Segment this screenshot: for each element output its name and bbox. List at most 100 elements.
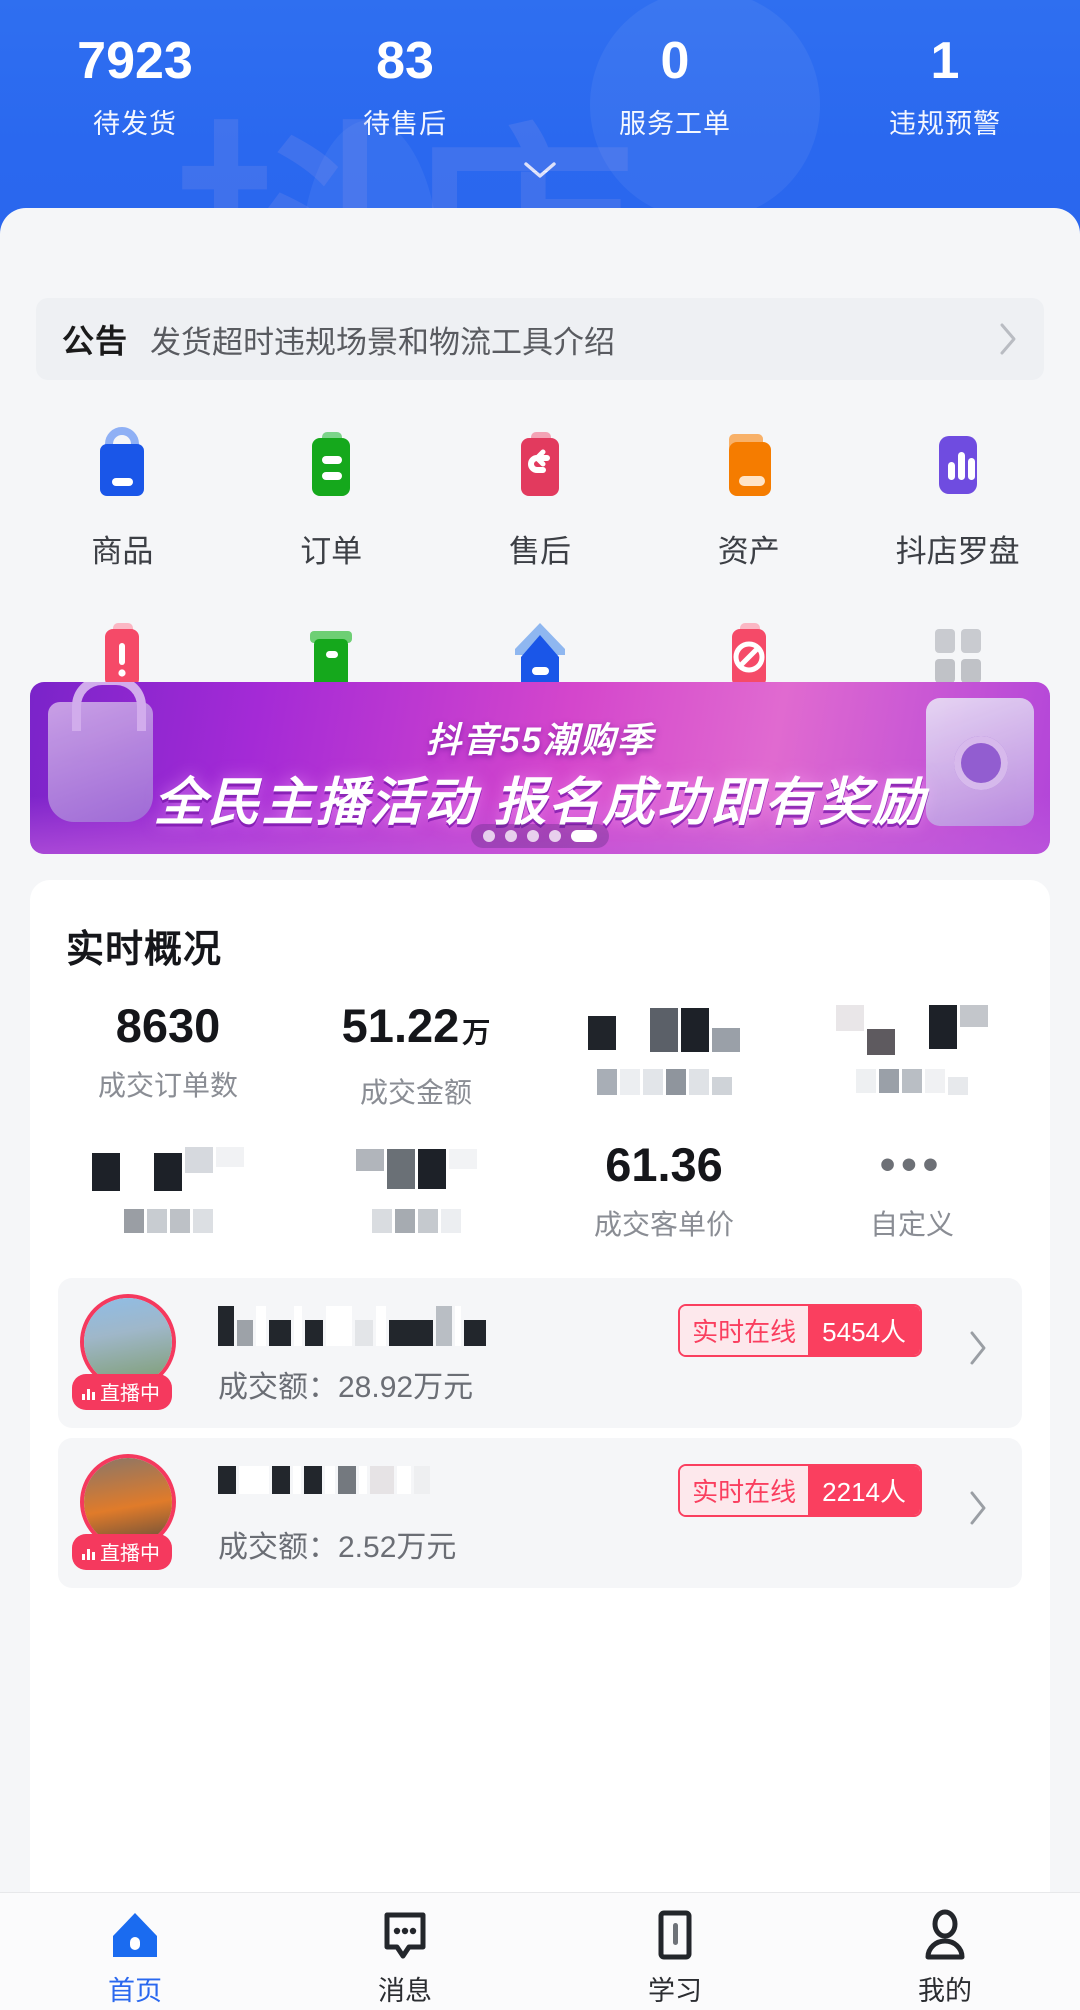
- more-dots-icon: •••: [788, 1137, 1036, 1193]
- announcement-bar[interactable]: 公告 发货超时违规场景和物流工具介绍: [36, 298, 1044, 380]
- live-bars-icon: [82, 1544, 95, 1560]
- shortcut-aftersale[interactable]: 售后: [436, 418, 645, 571]
- shortcut-orders[interactable]: 订单: [227, 418, 436, 571]
- chevron-right-icon: [998, 322, 1018, 356]
- metric-caption-redacted: [788, 1065, 1036, 1097]
- metric-value: 8630: [44, 998, 292, 1054]
- metric-caption: 自定义: [788, 1203, 1036, 1243]
- metric-avg-order-value[interactable]: 61.36 成交客单价: [540, 1137, 788, 1243]
- tab-label: 学习: [648, 1969, 702, 2008]
- person-icon: [919, 1909, 971, 1961]
- shortcut-label: 订单: [300, 526, 362, 571]
- home-icon: [109, 1909, 161, 1961]
- live-room-gmv: 成交额：2.52万元: [218, 1522, 456, 1566]
- header-stat-pending-aftersale[interactable]: 83 待售后: [270, 30, 540, 141]
- metric-custom[interactable]: ••• 自定义: [788, 1137, 1036, 1243]
- tab-label: 我的: [918, 1969, 972, 2008]
- metric-redacted-3[interactable]: [292, 1137, 540, 1243]
- mosaic-block: [588, 1008, 740, 1052]
- mosaic-block: [92, 1147, 244, 1191]
- clipboard-list-icon: [288, 418, 374, 504]
- online-label: 实时在线: [680, 1466, 808, 1515]
- tab-label: 消息: [378, 1969, 432, 2008]
- tab-home[interactable]: 首页: [0, 1893, 270, 2010]
- mosaic-block: [124, 1209, 213, 1233]
- carousel-dot[interactable]: [527, 830, 539, 842]
- stat-value: 0: [540, 30, 810, 92]
- live-room-row[interactable]: 直播中: [58, 1278, 1022, 1428]
- online-value: 5454人: [808, 1306, 920, 1355]
- promo-banner[interactable]: 抖音55潮购季 全民主播活动 报名成功即有奖励: [30, 682, 1050, 854]
- metric-caption: 成交客单价: [540, 1203, 788, 1243]
- announcement-message: 发货超时违规场景和物流工具介绍: [150, 317, 984, 362]
- metric-caption: 成交订单数: [44, 1064, 292, 1104]
- carousel-dot[interactable]: [549, 830, 561, 842]
- bottom-tab-bar: 首页 消息 学习 我的: [0, 1892, 1080, 2010]
- message-icon: [379, 1909, 431, 1961]
- online-count-tag: 实时在线 5454人: [678, 1304, 922, 1357]
- tab-messages[interactable]: 消息: [270, 1893, 540, 2010]
- realtime-overview-card: 实时概况 8630 成交订单数 51.22万 成交金额: [30, 880, 1050, 2000]
- banner-carousel-dots[interactable]: [471, 824, 609, 848]
- bar-chart-icon: [915, 418, 1001, 504]
- live-room-title-redacted: [218, 1306, 486, 1346]
- status-badge-label: 直播中: [100, 1377, 160, 1406]
- header-stat-pending-shipment[interactable]: 7923 待发货: [0, 30, 270, 141]
- stat-value: 83: [270, 30, 540, 92]
- stat-label: 服务工单: [540, 102, 810, 141]
- stat-label: 待发货: [0, 102, 270, 141]
- carousel-dot[interactable]: [483, 830, 495, 842]
- stat-label: 违规预警: [810, 102, 1080, 141]
- mosaic-block: [218, 1306, 486, 1346]
- metric-withdrawable[interactable]: [44, 1137, 292, 1243]
- book-icon: [649, 1909, 701, 1961]
- status-badge: 直播中: [72, 1374, 172, 1410]
- online-label: 实时在线: [680, 1306, 808, 1355]
- shopping-bag-icon: [79, 418, 165, 504]
- announcement-tag: 公告: [62, 316, 128, 362]
- shortcut-goods[interactable]: 商品: [18, 418, 227, 571]
- mosaic-block: [597, 1069, 732, 1095]
- header-stats-row: 7923 待发货 83 待售后 0 服务工单 1 违规预警: [0, 0, 1080, 141]
- metric-caption: 成交金额: [292, 1071, 540, 1111]
- metric-value: 61.36: [540, 1137, 788, 1193]
- mosaic-block: [372, 1209, 461, 1233]
- metric-value-redacted: [540, 998, 788, 1054]
- banner-subtitle: 抖音55潮购季: [30, 712, 1050, 763]
- content-sheet: 公告 发货超时违规场景和物流工具介绍 商品: [0, 208, 1080, 2010]
- metric-caption-redacted: [292, 1203, 540, 1235]
- chevron-right-icon[interactable]: [968, 1330, 988, 1366]
- metric-value-redacted: [292, 1137, 540, 1193]
- metric-order-count[interactable]: 8630 成交订单数: [44, 998, 292, 1111]
- carousel-dot-active[interactable]: [571, 830, 597, 842]
- tab-study[interactable]: 学习: [540, 1893, 810, 2010]
- carousel-dot[interactable]: [505, 830, 517, 842]
- metric-gmv[interactable]: 51.22万 成交金额: [292, 998, 540, 1111]
- chevron-down-icon[interactable]: [520, 158, 560, 182]
- shortcut-label: 资产: [718, 526, 780, 571]
- shortcut-label: 商品: [91, 526, 153, 571]
- return-icon: [497, 418, 583, 504]
- mosaic-block: [218, 1466, 430, 1494]
- metric-redacted-1[interactable]: [540, 998, 788, 1111]
- header-stat-violation-alerts[interactable]: 1 违规预警: [810, 30, 1080, 141]
- tab-profile[interactable]: 我的: [810, 1893, 1080, 2010]
- live-room-row[interactable]: 直播中: [58, 1438, 1022, 1588]
- metric-caption-redacted: [540, 1064, 788, 1096]
- status-badge-label: 直播中: [100, 1537, 160, 1566]
- tab-label: 首页: [108, 1969, 162, 2008]
- metric-redacted-2[interactable]: [788, 998, 1036, 1111]
- shortcut-assets[interactable]: 资产: [644, 418, 853, 571]
- chevron-right-icon[interactable]: [968, 1490, 988, 1526]
- live-room-title-redacted: [218, 1466, 430, 1494]
- mosaic-block: [836, 1005, 988, 1055]
- header-stat-service-tickets[interactable]: 0 服务工单: [540, 30, 810, 141]
- live-bars-icon: [82, 1384, 95, 1400]
- live-room-gmv: 成交额：28.92万元: [218, 1362, 473, 1406]
- mosaic-block: [856, 1069, 968, 1095]
- metric-value: 51.22万: [292, 998, 540, 1061]
- shortcut-compass[interactable]: 抖店罗盘: [853, 418, 1062, 571]
- section-title: 实时概况: [66, 918, 222, 973]
- status-badge: 直播中: [72, 1534, 172, 1570]
- mosaic-block: [356, 1149, 477, 1189]
